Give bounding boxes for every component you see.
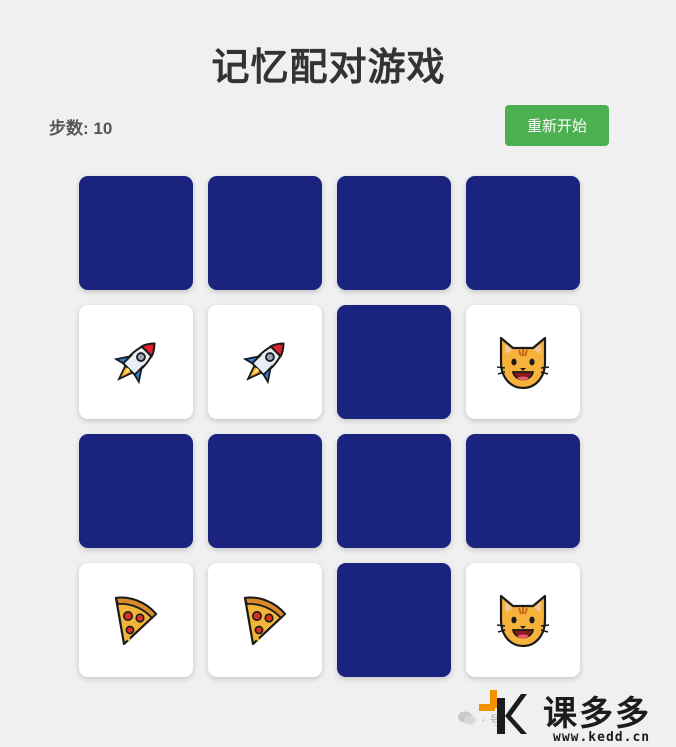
pizza-slice-icon [235, 590, 295, 650]
card-hidden[interactable] [466, 176, 580, 290]
card-hidden[interactable] [337, 176, 451, 290]
card-revealed[interactable] [79, 305, 193, 419]
kedd-logo-icon [479, 690, 527, 734]
card-hidden[interactable] [79, 434, 193, 548]
steps-counter: 步数: 10 [49, 119, 113, 138]
cat-face-icon [493, 332, 553, 392]
restart-button[interactable]: 重新开始 [505, 105, 609, 146]
card-hidden[interactable] [208, 176, 322, 290]
card-hidden[interactable] [337, 434, 451, 548]
rocket-icon [235, 332, 295, 392]
cat-face-icon [493, 590, 553, 650]
card-revealed[interactable] [208, 305, 322, 419]
card-revealed[interactable] [466, 563, 580, 677]
watermark: · 号 课多多 www.kedd.cn [455, 686, 676, 747]
card-hidden[interactable] [79, 176, 193, 290]
watermark-brand: 课多多 [543, 694, 651, 734]
rocket-icon [106, 332, 166, 392]
wechat-icon [458, 711, 476, 725]
pizza-slice-icon [106, 590, 166, 650]
card-hidden[interactable] [337, 563, 451, 677]
card-revealed[interactable] [208, 563, 322, 677]
card-hidden[interactable] [208, 434, 322, 548]
card-grid [79, 176, 580, 677]
card-hidden[interactable] [466, 434, 580, 548]
card-revealed[interactable] [79, 563, 193, 677]
memory-game-page: 记忆配对游戏 步数: 10 重新开始 · 号 课多多 www.kedd.cn [0, 0, 676, 747]
card-revealed[interactable] [466, 305, 580, 419]
page-title: 记忆配对游戏 [211, 45, 446, 89]
card-hidden[interactable] [337, 305, 451, 419]
watermark-url: www.kedd.cn [553, 730, 651, 745]
